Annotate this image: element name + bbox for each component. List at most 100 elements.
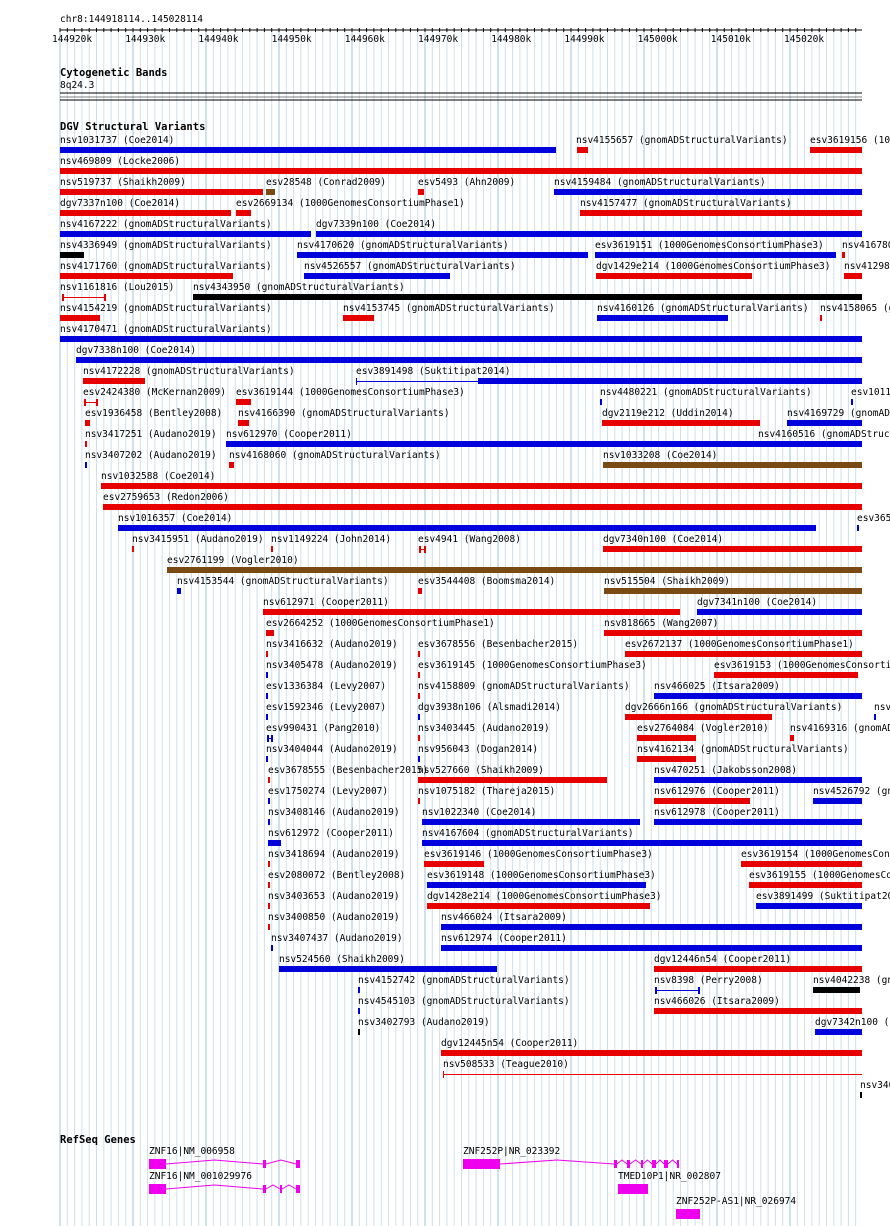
variant-label[interactable]: nsv1033208 (Coe2014) <box>603 450 717 461</box>
variant-label[interactable]: dgv7342n100 (Coe2014) <box>815 1017 890 1028</box>
variant-bar[interactable] <box>554 189 862 195</box>
variant-bar[interactable] <box>813 798 862 804</box>
variant-bar[interactable] <box>422 819 640 825</box>
cytoband-track-title[interactable]: Cytogenetic Bands <box>60 67 167 79</box>
variant-bar[interactable] <box>418 756 420 762</box>
variant-label[interactable]: nsv956043 (Dogan2014) <box>418 744 538 755</box>
variant-bar[interactable] <box>358 1029 360 1035</box>
variant-bar[interactable] <box>654 693 862 699</box>
variant-label[interactable]: esv3678556 (Besenbacher2015) <box>418 639 578 650</box>
variant-bar[interactable] <box>85 462 87 468</box>
variant-label[interactable]: esv28548 (Conrad2009) <box>266 177 386 188</box>
variant-bar[interactable] <box>76 357 862 363</box>
variant-bar[interactable] <box>820 315 822 321</box>
variant-bar[interactable] <box>60 189 263 195</box>
variant-line[interactable] <box>62 297 104 298</box>
variant-bar[interactable] <box>60 147 556 153</box>
variant-label[interactable]: nsv612971 (Cooper2011) <box>263 597 389 608</box>
variant-bar[interactable] <box>418 777 607 783</box>
variant-bar[interactable] <box>427 882 646 888</box>
variant-label[interactable]: esv3619148 (1000GenomesConsortiumPhase3) <box>427 870 656 881</box>
variant-label[interactable]: esv1936458 (Bentley2008) <box>85 408 222 419</box>
variant-label[interactable]: esv1750274 (Levy2007) <box>268 786 388 797</box>
variant-bar[interactable] <box>343 315 374 321</box>
variant-label[interactable]: nsv508533 (Teague2010) <box>443 1059 569 1070</box>
variant-label[interactable]: esv3678555 (Besenbacher2015) <box>268 765 428 776</box>
variant-label[interactable]: nsv612972 (Cooper2011) <box>268 828 394 839</box>
variant-bar[interactable] <box>268 798 270 804</box>
variant-bar[interactable] <box>60 273 233 279</box>
variant-bar[interactable] <box>577 147 588 153</box>
gene-model[interactable] <box>0 1206 890 1226</box>
variant-bar[interactable] <box>441 924 862 930</box>
gene-model[interactable] <box>0 1156 890 1176</box>
variant-bar[interactable] <box>358 1008 360 1014</box>
variant-label[interactable]: esv3619144 (1000GenomesConsortiumPhase3) <box>236 387 465 398</box>
variant-label[interactable]: nsv4343950 (gnomADStructuralVariants) <box>193 282 405 293</box>
variant-bar[interactable] <box>266 630 274 636</box>
variant-bar[interactable] <box>236 399 251 405</box>
variant-bar[interactable] <box>236 210 251 216</box>
variant-label[interactable]: dgv7337n100 (Coe2014) <box>60 198 180 209</box>
variant-line[interactable] <box>443 1074 862 1075</box>
variant-bar[interactable] <box>595 252 836 258</box>
variant-bar[interactable] <box>813 987 860 993</box>
variant-label[interactable]: esv4941 (Wang2008) <box>418 534 521 545</box>
variant-bar[interactable] <box>597 315 728 321</box>
variant-label[interactable]: nsv3415951 (Audano2019) <box>132 534 264 545</box>
variant-label[interactable]: nsv519737 (Shaikh2009) <box>60 177 186 188</box>
variant-bar[interactable] <box>790 735 794 741</box>
variant-bar[interactable] <box>418 651 420 657</box>
variant-bar[interactable] <box>60 231 311 237</box>
variant-bar[interactable] <box>279 966 497 972</box>
variant-label[interactable]: nsv4168060 (gnomADStructuralVariants) <box>229 450 441 461</box>
variant-bar[interactable] <box>697 609 862 615</box>
variant-label[interactable]: esv2664252 (1000GenomesConsortiumPhase1) <box>266 618 495 629</box>
variant-bar[interactable] <box>83 378 145 384</box>
variant-bar[interactable] <box>756 903 862 909</box>
variant-bar[interactable] <box>316 231 862 237</box>
variant-bar[interactable] <box>266 672 268 678</box>
variant-label[interactable]: nsv4169729 (gnomADStructuralVariants) <box>787 408 890 419</box>
variant-bar[interactable] <box>625 714 772 720</box>
variant-label[interactable]: nsv4167222 (gnomADStructuralVariants) <box>60 219 272 230</box>
variant-bar[interactable] <box>418 735 420 741</box>
variant-label[interactable]: esv1011000 (Korbel2007) <box>851 387 890 398</box>
variant-bar[interactable] <box>637 756 696 762</box>
variant-label[interactable]: nsv4158809 (gnomADStructuralVariants) <box>418 681 630 692</box>
variant-label[interactable]: nsv3407437 (Audano2019) <box>271 933 403 944</box>
variant-bar[interactable] <box>580 210 862 216</box>
variant-label[interactable]: nsv4152742 (gnomADStructuralVariants) <box>358 975 570 986</box>
variant-label[interactable]: nsv4157477 (gnomADStructuralVariants) <box>580 198 792 209</box>
variant-label[interactable]: esv2764084 (Vogler2010) <box>637 723 769 734</box>
variant-bar[interactable] <box>193 294 862 300</box>
variant-bar[interactable] <box>266 756 268 762</box>
variant-label[interactable]: dgv7338n100 (Coe2014) <box>76 345 196 356</box>
variant-bar[interactable] <box>714 672 858 678</box>
variant-bar[interactable] <box>654 1008 862 1014</box>
variant-label[interactable]: nsv3400850 (Audano2019) <box>268 912 400 923</box>
variant-label[interactable]: nsv4129800 (gnomADStructuralVariants) <box>844 261 890 272</box>
variant-label[interactable]: nsv4160126 (gnomADStructuralVariants) <box>597 303 809 314</box>
variant-bar[interactable] <box>297 252 588 258</box>
variant-label[interactable]: nsv818665 (Wang2007) <box>604 618 718 629</box>
variant-bar[interactable] <box>758 441 862 447</box>
variant-label[interactable]: nsv612976 (Cooper2011) <box>654 786 780 797</box>
variant-label[interactable]: nsv4162134 (gnomADStructuralVariants) <box>637 744 849 755</box>
variant-label[interactable]: dgv12446n54 (Cooper2011) <box>654 954 791 965</box>
variant-label[interactable]: nsv524560 (Shaikh2009) <box>279 954 405 965</box>
variant-bar[interactable] <box>132 546 134 552</box>
variant-bar[interactable] <box>60 315 100 321</box>
variant-bar[interactable] <box>238 420 249 426</box>
variant-bar[interactable] <box>857 525 859 531</box>
variant-bar[interactable] <box>304 273 450 279</box>
variant-label[interactable]: esv3619154 (1000GenomesConsortiumPhase3) <box>741 849 890 860</box>
variant-label[interactable]: nsv466026 (Itsara2009) <box>654 996 780 1007</box>
variant-label[interactable]: dgv1428e214 (1000GenomesConsortiumPhase3… <box>427 891 662 902</box>
variant-bar[interactable] <box>603 462 862 468</box>
variant-bar[interactable] <box>422 840 862 846</box>
variant-bar[interactable] <box>787 420 862 426</box>
variant-label[interactable]: dgv2119e212 (Uddin2014) <box>602 408 734 419</box>
variant-bar[interactable] <box>266 189 275 195</box>
variant-label[interactable]: nsv4159484 (gnomADStructuralVariants) <box>554 177 766 188</box>
